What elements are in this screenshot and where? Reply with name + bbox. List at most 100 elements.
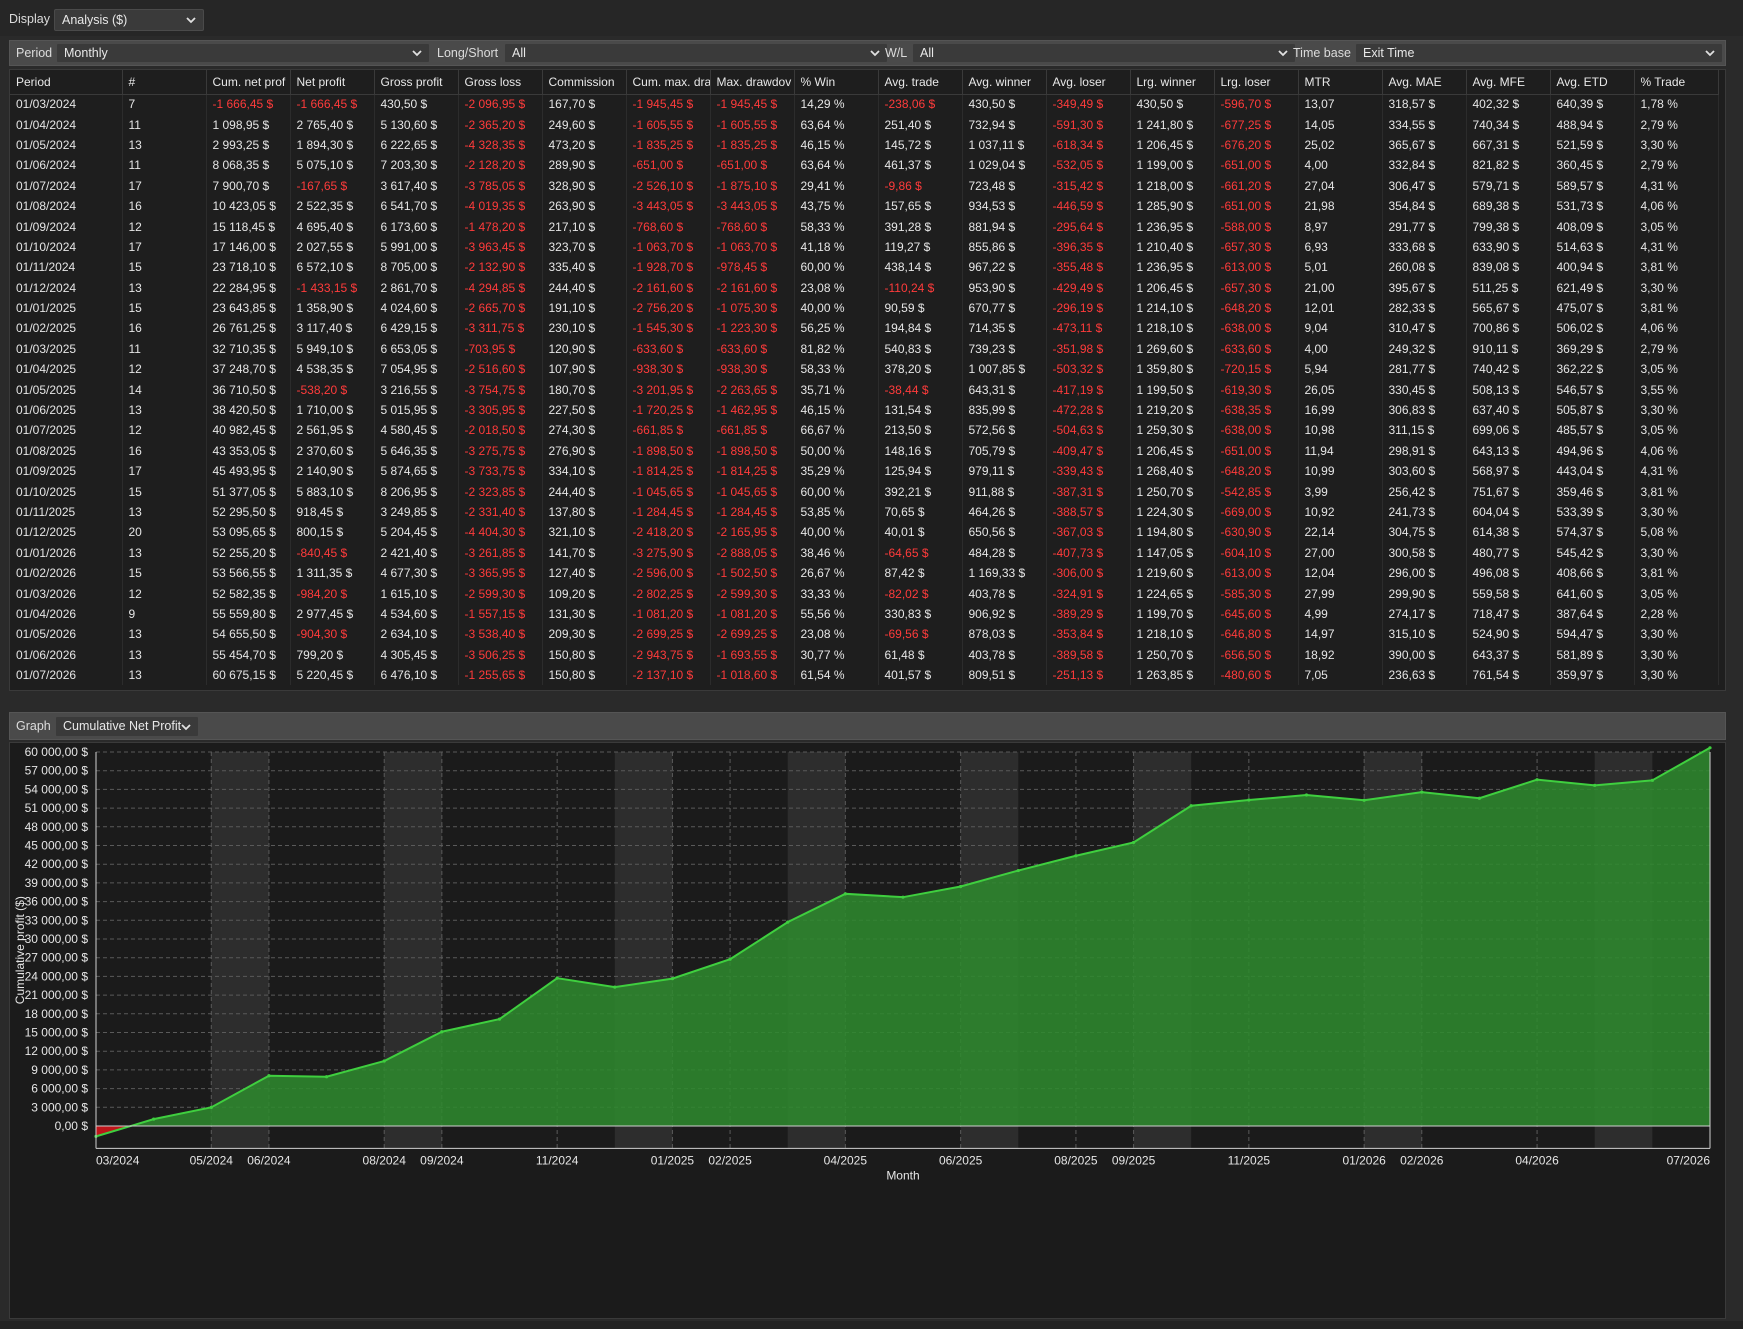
table-row[interactable]: 01/04/2026 9 55 559,80 $2 977,45 $4 534,60… xyxy=(10,603,1719,625)
table-cell: 01/07/2025 xyxy=(10,420,123,441)
table-row[interactable]: 01/05/2024 13 2 993,25 $1 894,30 $6 222,65… xyxy=(10,134,1719,156)
table-cell: 6 541,70 $ xyxy=(374,195,459,217)
table-cell: 60,00 % xyxy=(794,481,879,502)
column-header[interactable]: % Win xyxy=(794,70,879,95)
table-cell: 918,45 $ xyxy=(290,501,375,523)
table-cell: 2 977,45 $ xyxy=(290,603,375,625)
table-row[interactable]: 01/05/2026 13 54 655,50 $ -904,30 $2 634,10… xyxy=(10,624,1719,645)
column-header[interactable]: Avg. trade xyxy=(878,70,963,95)
x-tick-label: 06/2025 xyxy=(939,1153,983,1167)
table-cell: -1 720,25 $ xyxy=(626,399,711,421)
x-tick-label: 04/2026 xyxy=(1515,1153,1559,1167)
y-tick-label: 3 000,00 $ xyxy=(31,1100,88,1114)
table-cell: 40,00 % xyxy=(794,297,879,319)
display-select[interactable]: Analysis ($) xyxy=(54,9,204,31)
win-loss-select[interactable]: All xyxy=(912,43,1296,63)
table-row[interactable]: 01/11/2025 13 52 295,50 $918,45 $3 249,85 … xyxy=(10,501,1719,523)
table-row[interactable]: 01/10/2025 15 51 377,05 $5 883,10 $8 206,9… xyxy=(10,481,1719,502)
table-cell: 23 718,10 $ xyxy=(206,257,291,278)
table-row[interactable]: 01/07/2024 17 7 900,70 $ -167,65 $3 617,40 … xyxy=(10,175,1719,196)
table-row[interactable]: 01/03/2025 11 32 710,35 $5 949,10 $6 653,0… xyxy=(10,338,1719,360)
table-cell: 574,37 $ xyxy=(1550,522,1635,543)
table-cell: 9,04 xyxy=(1298,318,1383,339)
column-header[interactable]: Cum. max. dra xyxy=(626,70,711,95)
table-cell: 3,30 % xyxy=(1634,399,1719,421)
table-cell: -2 096,95 $ xyxy=(458,94,543,115)
column-header[interactable]: Avg. winner xyxy=(962,70,1047,95)
table-cell: 505,87 $ xyxy=(1550,399,1635,421)
table-row[interactable]: 01/08/2025 16 43 353,05 $2 370,60 $5 646,3… xyxy=(10,440,1719,462)
table-cell: 310,47 $ xyxy=(1382,318,1467,339)
table-cell: 1 236,95 $ xyxy=(1130,216,1215,237)
column-header[interactable]: Lrg. loser xyxy=(1214,70,1299,95)
column-header[interactable]: Lrg. winner xyxy=(1130,70,1215,95)
column-header[interactable]: Avg. ETD xyxy=(1550,70,1635,95)
column-header[interactable]: Avg. loser xyxy=(1046,70,1131,95)
table-cell: 1 169,33 $ xyxy=(962,562,1047,584)
table-row[interactable]: 01/06/2025 13 38 420,50 $1 710,00 $5 015,9… xyxy=(10,399,1719,421)
column-header[interactable]: % Trade xyxy=(1634,70,1719,95)
table-cell: 51 377,05 $ xyxy=(206,481,291,502)
table-row[interactable]: 01/12/2025 20 53 095,65 $800,15 $5 204,45 … xyxy=(10,522,1719,543)
data-point xyxy=(613,985,617,989)
table-cell: -591,30 $ xyxy=(1046,114,1131,135)
table-row[interactable]: 01/07/2025 12 40 982,45 $2 561,95 $4 580,4… xyxy=(10,420,1719,441)
table-cell: 23,08 % xyxy=(794,277,879,298)
column-header[interactable]: Net profit xyxy=(290,70,375,95)
table-cell: 3,30 % xyxy=(1634,501,1719,523)
table-row[interactable]: 01/10/2024 17 17 146,00 $2 027,55 $5 991,0… xyxy=(10,236,1719,258)
table-cell: 2 421,40 $ xyxy=(374,542,459,563)
table-cell: -1 545,30 $ xyxy=(626,318,711,339)
table-cell: 01/02/2025 xyxy=(10,318,123,339)
column-header[interactable]: Gross profit xyxy=(374,70,459,95)
table-cell: -1 898,50 $ xyxy=(710,440,795,462)
y-tick-label: 21 000,00 $ xyxy=(25,988,89,1002)
column-header[interactable]: # xyxy=(122,70,207,95)
table-row[interactable]: 01/09/2025 17 45 493,95 $2 140,90 $5 874,6… xyxy=(10,461,1719,482)
table-row[interactable]: 01/03/2026 12 52 582,35 $ -984,20 $1 615,10… xyxy=(10,583,1719,604)
table-row[interactable]: 01/03/2024 7 -1 666,45 $ -1 666,45 $430,50 … xyxy=(10,94,1719,115)
column-header[interactable]: Max. drawdov xyxy=(710,70,795,95)
table-cell: 70,65 $ xyxy=(878,501,963,523)
table-row[interactable]: 01/05/2025 14 36 710,50 $ -538,20 $3 216,55… xyxy=(10,379,1719,400)
period-select[interactable]: Monthly xyxy=(56,43,430,63)
table-cell: 2 634,10 $ xyxy=(374,624,459,645)
table-cell: 01/11/2025 xyxy=(10,501,123,523)
table-row[interactable]: 01/07/2026 13 60 675,15 $5 220,45 $6 476,1… xyxy=(10,664,1719,686)
table-row[interactable]: 01/06/2026 13 55 454,70 $799,20 $4 305,45 … xyxy=(10,644,1719,665)
table-cell: 01/08/2024 xyxy=(10,195,123,217)
table-row[interactable]: 01/11/2024 15 23 718,10 $6 572,10 $8 705,0… xyxy=(10,257,1719,278)
table-cell: -324,91 $ xyxy=(1046,583,1131,604)
long-short-select[interactable]: All xyxy=(504,43,888,63)
column-header[interactable]: Gross loss xyxy=(458,70,543,95)
column-header[interactable]: Commission xyxy=(542,70,627,95)
table-cell: 484,28 $ xyxy=(962,542,1047,563)
table-row[interactable]: 01/06/2024 11 8 068,35 $5 075,10 $7 203,30… xyxy=(10,155,1719,176)
table-row[interactable]: 01/04/2024 11 1 098,95 $2 765,40 $5 130,60… xyxy=(10,114,1719,135)
column-header[interactable]: Avg. MAE xyxy=(1382,70,1467,95)
graph-select[interactable]: Cumulative Net Profit xyxy=(55,716,199,737)
table-cell: 3,30 % xyxy=(1634,624,1719,645)
table-cell: 403,78 $ xyxy=(962,583,1047,604)
table-row[interactable]: 01/02/2026 15 53 566,55 $1 311,35 $4 677,3… xyxy=(10,562,1719,584)
table-row[interactable]: 01/04/2025 12 37 248,70 $4 538,35 $7 054,9… xyxy=(10,359,1719,380)
table-cell: 589,57 $ xyxy=(1550,175,1635,196)
time-base-select[interactable]: Exit Time xyxy=(1355,43,1723,63)
table-row[interactable]: 01/09/2024 12 15 118,45 $4 695,40 $6 173,6… xyxy=(10,216,1719,237)
table-row[interactable]: 01/12/2024 13 22 284,95 $ -1 433,15 $2 861,… xyxy=(10,277,1719,298)
table-cell: 761,54 $ xyxy=(1466,664,1551,686)
table-row[interactable]: 01/08/2024 16 10 423,05 $2 522,35 $6 541,7… xyxy=(10,195,1719,217)
x-tick-label: 07/2026 xyxy=(1667,1153,1711,1167)
table-row[interactable]: 01/02/2025 16 26 761,25 $3 117,40 $6 429,1… xyxy=(10,318,1719,339)
table-cell: 400,94 $ xyxy=(1550,257,1635,278)
column-header[interactable]: Avg. MFE xyxy=(1466,70,1551,95)
table-cell: 2 370,60 $ xyxy=(290,440,375,462)
column-header[interactable]: Period xyxy=(10,70,123,95)
table-cell: 565,67 $ xyxy=(1466,297,1551,319)
table-cell: -978,45 $ xyxy=(710,257,795,278)
table-cell: 6 173,60 $ xyxy=(374,216,459,237)
column-header[interactable]: Cum. net prof xyxy=(206,70,291,95)
column-header[interactable]: MTR xyxy=(1298,70,1383,95)
table-row[interactable]: 01/01/2026 13 52 255,20 $ -840,45 $2 421,40… xyxy=(10,542,1719,563)
table-row[interactable]: 01/01/2025 15 23 643,85 $1 358,90 $4 024,6… xyxy=(10,297,1719,319)
